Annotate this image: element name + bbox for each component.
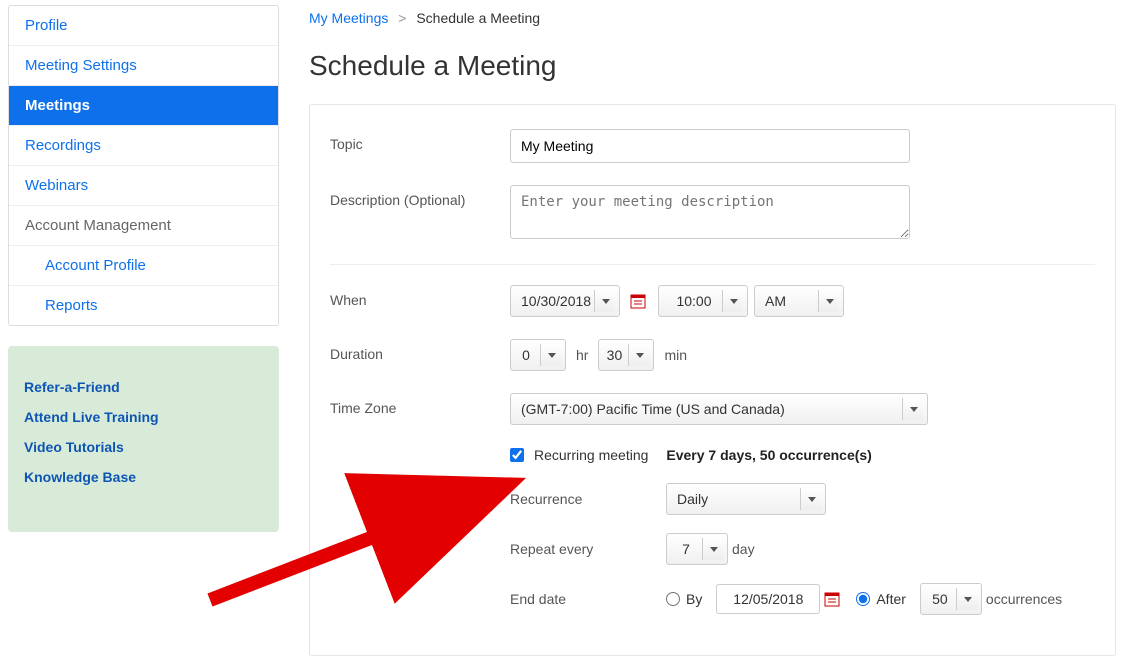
help-kb[interactable]: Knowledge Base [24,462,263,492]
when-date-select[interactable]: 10/30/2018 [510,285,620,317]
divider [330,264,1095,265]
recurring-label: Recurring meeting [534,447,648,463]
recurring-checkbox[interactable] [510,448,524,462]
sidebar: Profile Meeting Settings Meetings Record… [0,0,287,656]
end-after-unit: occurrences [986,591,1062,607]
duration-min-select[interactable]: 30 [598,339,654,371]
topic-label: Topic [330,129,510,152]
timezone-select[interactable]: (GMT-7:00) Pacific Time (US and Canada) [510,393,928,425]
page-title: Schedule a Meeting [309,50,1116,82]
nav-profile[interactable]: Profile [9,6,278,46]
end-by-label: By [686,591,702,607]
help-videos[interactable]: Video Tutorials [24,432,263,462]
breadcrumb: My Meetings > Schedule a Meeting [309,10,1116,32]
end-after-radio[interactable] [856,592,870,606]
nav-webinars[interactable]: Webinars [9,166,278,206]
help-refer[interactable]: Refer-a-Friend [24,372,263,402]
nav-reports[interactable]: Reports [9,286,278,325]
description-label: Description (Optional) [330,185,510,208]
when-time-select[interactable]: 10:00 [658,285,748,317]
topic-input[interactable] [510,129,910,163]
nav-recordings[interactable]: Recordings [9,126,278,166]
duration-label: Duration [330,339,510,362]
end-after-select[interactable]: 50 [920,583,982,615]
end-after-radio-wrap[interactable]: After [856,591,906,607]
nav-account-management-header: Account Management [9,206,278,246]
breadcrumb-current: Schedule a Meeting [416,10,540,26]
form-panel: Topic Description (Optional) When 10/30/… [309,104,1116,656]
breadcrumb-parent[interactable]: My Meetings [309,10,388,26]
repeat-select[interactable]: 7 [666,533,728,565]
main: My Meetings > Schedule a Meeting Schedul… [287,0,1126,656]
hr-unit: hr [576,347,588,363]
recurrence-label: Recurrence [510,491,666,507]
recurrence-select[interactable]: Daily [666,483,826,515]
repeat-label: Repeat every [510,541,666,557]
nav-list: Profile Meeting Settings Meetings Record… [8,5,279,326]
end-by-radio-wrap[interactable]: By [666,591,702,607]
end-after-label: After [876,591,906,607]
end-by-date-input[interactable]: 12/05/2018 [716,584,820,614]
min-unit: min [664,347,687,363]
when-ampm-select[interactable]: AM [754,285,844,317]
recurring-summary: Every 7 days, 50 occurrence(s) [666,447,871,463]
nav-account-profile[interactable]: Account Profile [9,246,278,286]
breadcrumb-sep: > [398,10,406,26]
duration-hr-select[interactable]: 0 [510,339,566,371]
description-textarea[interactable] [510,185,910,239]
calendar-icon[interactable] [824,591,840,607]
calendar-icon[interactable] [630,293,646,309]
nav-meetings[interactable]: Meetings [9,86,278,126]
end-by-radio[interactable] [666,592,680,606]
help-box: Refer-a-Friend Attend Live Training Vide… [8,346,279,532]
end-label: End date [510,591,666,607]
tz-label: Time Zone [330,393,510,416]
help-training[interactable]: Attend Live Training [24,402,263,432]
when-label: When [330,285,510,308]
repeat-unit: day [732,541,755,557]
nav-meeting-settings[interactable]: Meeting Settings [9,46,278,86]
